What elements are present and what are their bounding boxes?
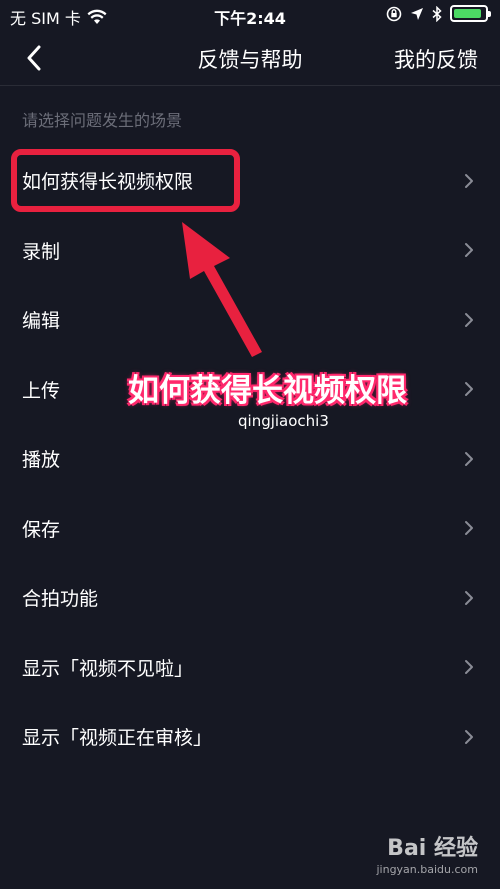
list-item-label: 显示「视频不见啦」 bbox=[22, 657, 194, 680]
list-item-label: 编辑 bbox=[22, 310, 61, 333]
scene-list: 如何获得长视频权限 录制 编辑 上传 播放 保存 合拍功能 显示「视频不见啦」 … bbox=[0, 146, 500, 772]
status-right bbox=[386, 5, 491, 22]
chevron-right-icon bbox=[465, 312, 473, 327]
list-item-label: 合拍功能 bbox=[22, 588, 99, 611]
chevron-right-icon bbox=[465, 521, 473, 536]
chevron-right-icon bbox=[465, 590, 473, 605]
highlight-box bbox=[11, 149, 240, 212]
list-item-label: 上传 bbox=[22, 379, 61, 402]
list-item-video-reviewing[interactable]: 显示「视频正在审核」 bbox=[0, 702, 500, 772]
chevron-right-icon bbox=[465, 243, 473, 258]
watermark-brand: Bai 经验 bbox=[387, 836, 478, 861]
battery-icon bbox=[450, 5, 491, 22]
chevron-right-icon bbox=[465, 451, 473, 466]
list-item-edit[interactable]: 编辑 bbox=[0, 285, 500, 355]
list-item-label: 保存 bbox=[22, 518, 61, 541]
list-item-label: 显示「视频正在审核」 bbox=[22, 727, 213, 750]
chevron-right-icon bbox=[465, 173, 473, 188]
list-item-record[interactable]: 录制 bbox=[0, 216, 500, 286]
back-button[interactable] bbox=[14, 38, 54, 78]
status-bar: 无 SIM 卡 下午2:44 bbox=[0, 0, 500, 30]
watermark-url: jingyan.baidu.com bbox=[376, 863, 478, 876]
list-item-label: 录制 bbox=[22, 240, 61, 263]
annotation-title: 如何获得长视频权限 bbox=[128, 373, 407, 409]
bluetooth-icon bbox=[432, 5, 442, 22]
list-item-video-missing[interactable]: 显示「视频不见啦」 bbox=[0, 633, 500, 703]
chevron-right-icon bbox=[465, 382, 473, 397]
annotation-username: qingjiaochi3 bbox=[238, 412, 329, 430]
list-item-play[interactable]: 播放 bbox=[0, 424, 500, 494]
nav-bar: 反馈与帮助 我的反馈 bbox=[0, 30, 500, 86]
nav-divider bbox=[0, 85, 500, 86]
location-icon bbox=[411, 7, 423, 20]
list-item-save[interactable]: 保存 bbox=[0, 494, 500, 564]
orientation-lock-icon bbox=[386, 6, 402, 21]
baidu-jingyan-watermark: Bai 经验 jingyan.baidu.com bbox=[376, 836, 478, 876]
list-item-label: 播放 bbox=[22, 449, 61, 472]
chevron-left-icon bbox=[27, 45, 41, 71]
section-header: 请选择问题发生的场景 bbox=[22, 111, 183, 130]
chevron-right-icon bbox=[465, 660, 473, 675]
list-item-duet[interactable]: 合拍功能 bbox=[0, 563, 500, 633]
my-feedback-button[interactable]: 我的反馈 bbox=[394, 44, 478, 74]
chevron-right-icon bbox=[465, 729, 473, 744]
battery-fill bbox=[454, 9, 481, 18]
